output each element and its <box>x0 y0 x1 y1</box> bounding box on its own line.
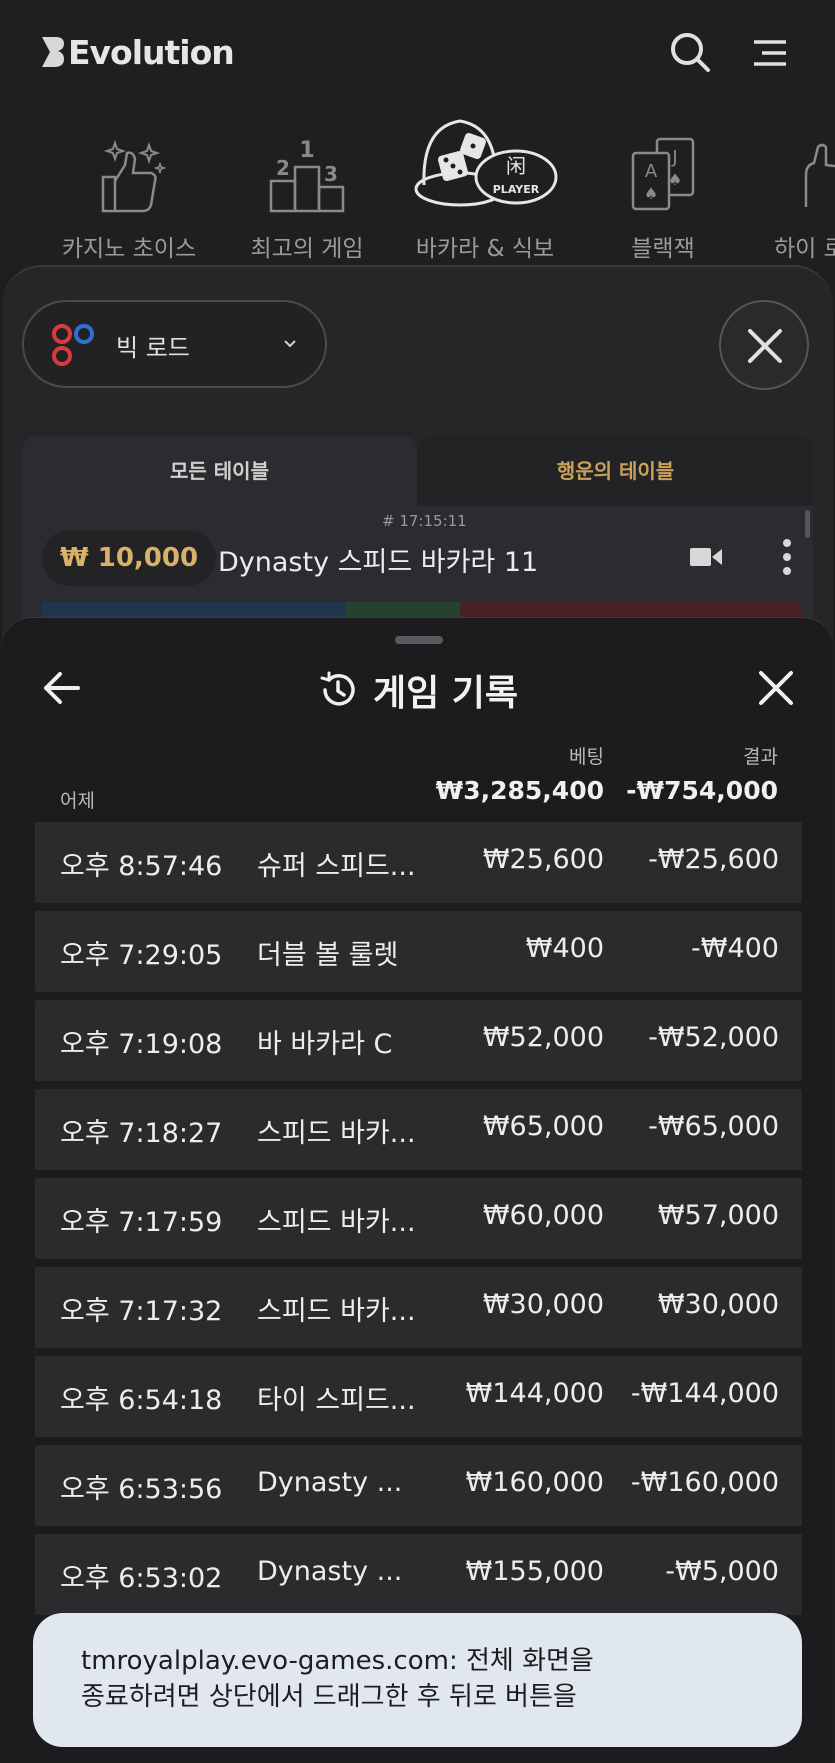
history-row[interactable]: 오후 6:53:02 Dynasty ... ₩155,000 -₩5,000 <box>35 1534 802 1615</box>
row-bet: ₩30,000 <box>482 1289 604 1320</box>
svg-text:♠: ♠ <box>644 184 658 203</box>
top-bar: Evolution <box>0 0 835 105</box>
row-result: -₩5,000 <box>665 1556 779 1587</box>
sheet-drag-handle[interactable] <box>395 636 443 644</box>
category-label: 카지노 초이스 <box>61 236 197 262</box>
row-bet: ₩65,000 <box>482 1111 604 1142</box>
svg-text:1: 1 <box>299 138 314 163</box>
column-header-bet: 베팅 <box>569 746 604 768</box>
svg-text:J: J <box>671 147 677 168</box>
evolution-logo[interactable]: Evolution <box>40 32 235 72</box>
svg-text:A: A <box>645 161 658 182</box>
category-top-games[interactable]: 1 2 3 최고의 게임 <box>222 105 392 265</box>
category-label: 블랙잭 <box>631 236 695 262</box>
playing-cards-icon: J ♠ A ♠ <box>631 137 695 211</box>
row-result: ₩30,000 <box>657 1289 779 1320</box>
row-result: -₩25,600 <box>648 844 779 875</box>
history-row[interactable]: 오후 8:57:46 슈퍼 스피드... ₩25,600 -₩25,600 <box>35 822 802 903</box>
row-result: -₩52,000 <box>648 1022 779 1053</box>
brand-name: Evolution <box>68 32 235 72</box>
history-row[interactable]: 오후 7:17:59 스피드 바카... ₩60,000 ₩57,000 <box>35 1178 802 1259</box>
history-clock-icon <box>320 671 355 706</box>
category-strip: 카지노 초이스 1 2 3 최고의 게임 闲 PLAYER 바카라 & 식보 J… <box>0 105 835 270</box>
history-row[interactable]: 오후 7:18:27 스피드 바카... ₩65,000 -₩65,000 <box>35 1089 802 1170</box>
row-bet: ₩144,000 <box>465 1378 604 1409</box>
row-time: 오후 7:29:05 <box>60 940 223 971</box>
podium-icon: 1 2 3 <box>269 138 345 213</box>
evolution-logo-mark-icon <box>42 37 64 67</box>
tab-all-tables[interactable]: 모든 테이블 <box>22 436 417 506</box>
row-bet: ₩155,000 <box>465 1556 604 1587</box>
big-road-icon <box>52 324 94 366</box>
row-bet: ₩160,000 <box>465 1467 604 1498</box>
row-result: -₩144,000 <box>630 1378 779 1409</box>
row-time: 오후 7:19:08 <box>60 1029 223 1060</box>
row-time: 오후 6:54:18 <box>60 1385 223 1416</box>
table-round-time: # 17:15:11 <box>382 512 467 530</box>
category-label: 하이 로 <box>774 236 835 262</box>
hand-icon <box>804 143 835 207</box>
row-bet: ₩60,000 <box>482 1200 604 1231</box>
history-row[interactable]: 오후 7:19:08 바 바카라 C ₩52,000 -₩52,000 <box>35 1000 802 1081</box>
row-time: 오후 6:53:02 <box>60 1563 223 1594</box>
tab-lucky-tables[interactable]: 행운의 테이블 <box>418 436 813 506</box>
filter-close-button[interactable] <box>719 300 809 390</box>
category-blackjack[interactable]: J ♠ A ♠ 블랙잭 <box>578 105 748 265</box>
table-tabs: 모든 테이블 행운의 테이블 <box>22 436 813 506</box>
svg-text:3: 3 <box>324 162 338 186</box>
toast-line-1: tmroyalplay.evo-games.com: 전체 화면을 <box>81 1646 594 1676</box>
table-card[interactable]: # 17:15:11 ₩ 10,000 Dynasty 스피드 바카라 11 <box>22 506 813 626</box>
history-row[interactable]: 오후 6:53:56 Dynasty ... ₩160,000 -₩160,00… <box>35 1445 802 1526</box>
menu-icon[interactable] <box>752 38 788 68</box>
row-time: 오후 7:18:27 <box>60 1118 223 1149</box>
row-time: 오후 7:17:59 <box>60 1207 223 1238</box>
thumbs-up-sparkle-icon <box>101 139 166 213</box>
row-bet: ₩25,600 <box>482 844 604 875</box>
column-header-result: 결과 <box>743 746 778 768</box>
category-hi-lo[interactable]: 하이 로 <box>752 105 835 265</box>
row-bet: ₩52,000 <box>482 1022 604 1053</box>
more-options-icon[interactable] <box>782 538 792 576</box>
history-row[interactable]: 오후 6:54:18 타이 스피드... ₩144,000 -₩144,000 <box>35 1356 802 1437</box>
row-result: -₩65,000 <box>648 1111 779 1142</box>
row-result: -₩400 <box>691 933 779 964</box>
svg-text:2: 2 <box>276 156 290 180</box>
category-label: 바카라 & 식보 <box>415 236 555 262</box>
row-time: 오후 6:53:56 <box>60 1474 223 1505</box>
fullscreen-exit-toast: tmroyalplay.evo-games.com: 전체 화면을 종료하려면 … <box>33 1613 802 1747</box>
history-header: 게임 기록 <box>317 664 518 716</box>
row-result: ₩57,000 <box>657 1200 779 1231</box>
category-casino-choice[interactable]: 카지노 초이스 <box>44 105 214 265</box>
total-result: -₩754,000 <box>626 776 778 805</box>
road-type-dropdown[interactable]: 빅 로드 <box>22 300 327 388</box>
history-row[interactable]: 오후 7:17:32 스피드 바카... ₩30,000 ₩30,000 <box>35 1267 802 1348</box>
row-time: 오후 7:17:32 <box>60 1296 223 1327</box>
table-name: Dynasty 스피드 바카라 11 <box>218 547 539 578</box>
dice-player-chip-icon: 闲 PLAYER <box>414 119 558 207</box>
close-icon <box>748 329 782 363</box>
road-type-label: 빅 로드 <box>116 334 190 362</box>
svg-text:闲: 闲 <box>506 154 526 178</box>
list-scrollbar[interactable] <box>805 510 810 538</box>
row-bet: ₩400 <box>525 933 604 964</box>
day-label: 어제 <box>60 790 95 812</box>
category-label: 최고의 게임 <box>250 236 364 262</box>
chevron-down-icon <box>284 340 296 348</box>
search-icon[interactable] <box>668 30 712 74</box>
table-min-bet-badge: ₩ 10,000 <box>42 530 217 586</box>
svg-text:PLAYER: PLAYER <box>493 183 540 196</box>
row-result: -₩160,000 <box>630 1467 779 1498</box>
toast-line-2: 종료하려면 상단에서 드래그한 후 뒤로 버튼을 <box>81 1682 577 1712</box>
total-bet: ₩3,285,400 <box>435 776 604 805</box>
close-icon[interactable] <box>756 668 796 708</box>
history-list: 오후 8:57:46 슈퍼 스피드... ₩25,600 -₩25,600 오후… <box>35 822 802 1623</box>
page-title: 게임 기록 <box>372 673 518 714</box>
category-baccarat-sicbo[interactable]: 闲 PLAYER 바카라 & 식보 <box>400 105 570 265</box>
history-row[interactable]: 오후 7:29:05 더블 볼 룰렛 ₩400 -₩400 <box>35 911 802 992</box>
row-time: 오후 8:57:46 <box>60 851 223 882</box>
game-history-sheet: 게임 기록 베팅 결과 어제 ₩3,285,400 -₩754,000 오후 8… <box>2 617 833 1763</box>
video-camera-icon[interactable] <box>690 546 722 568</box>
